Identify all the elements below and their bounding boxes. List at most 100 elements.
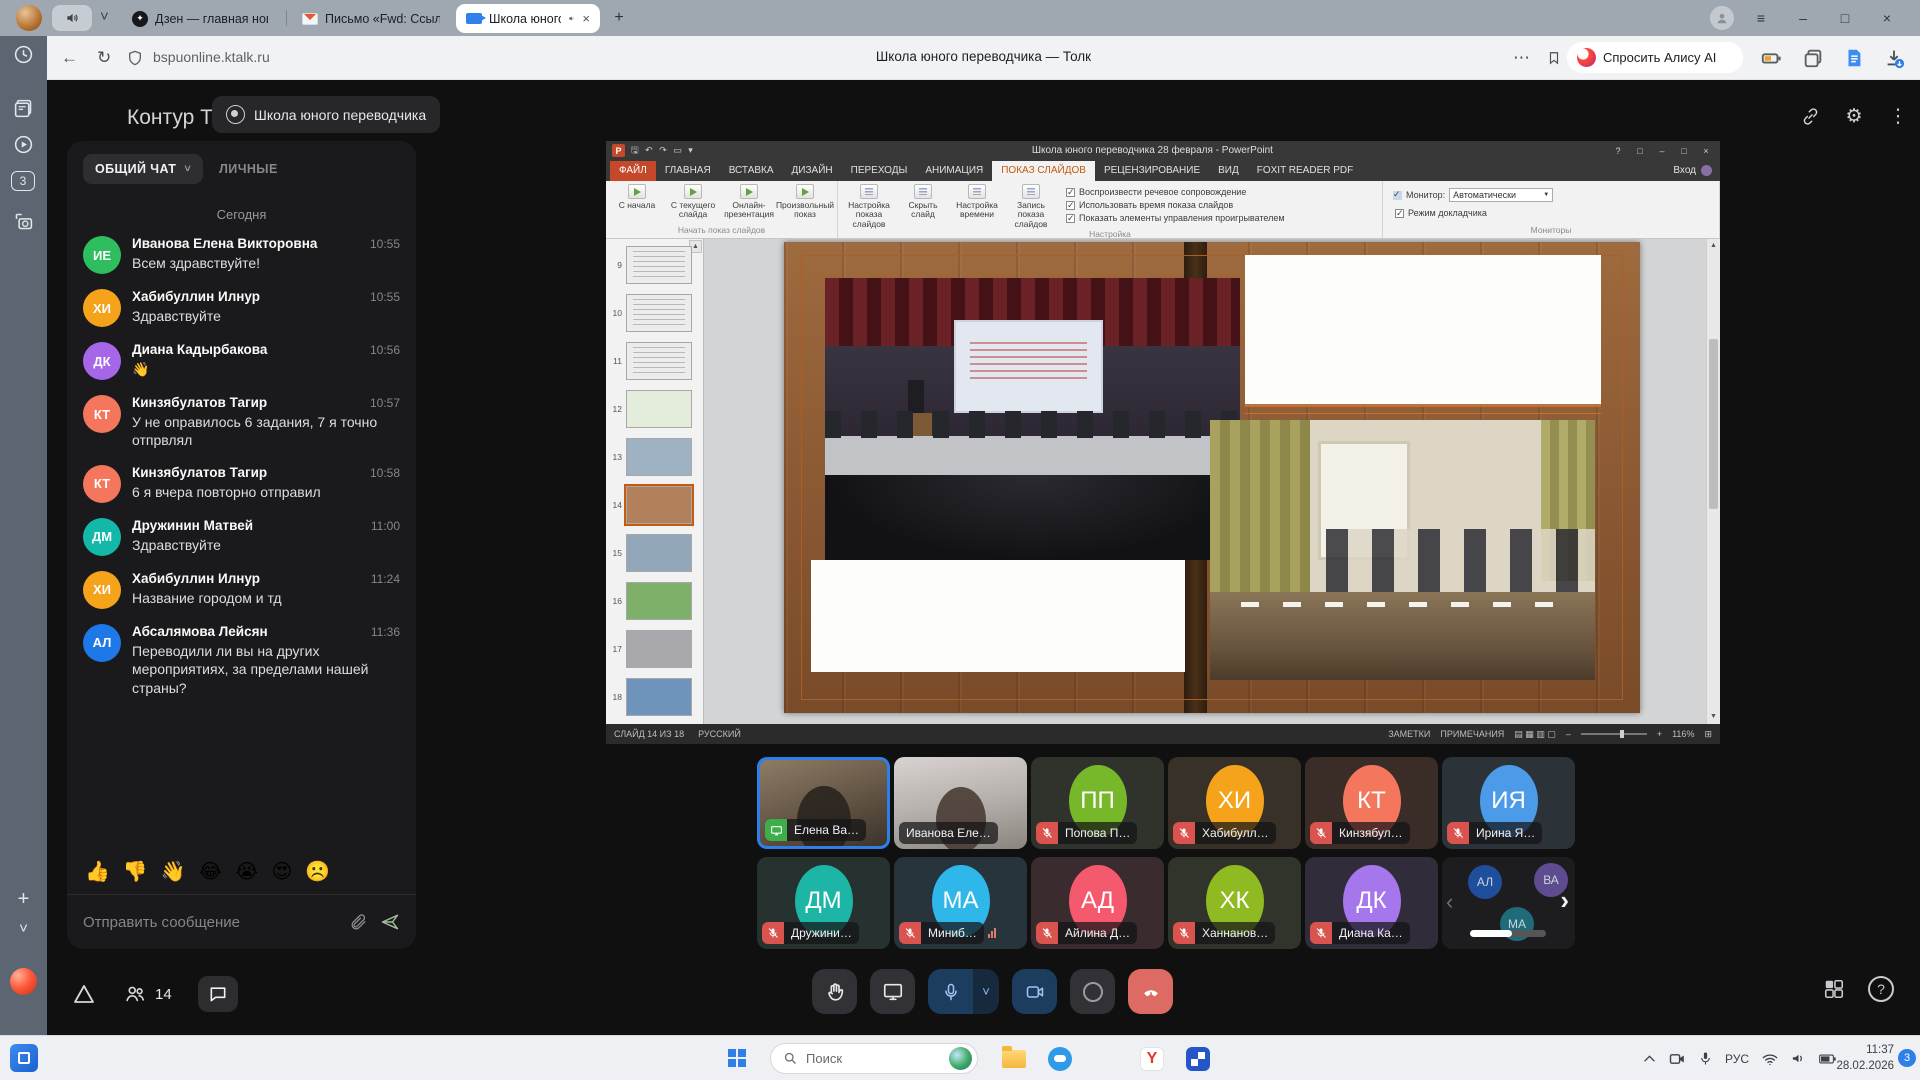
- ppt-ribbon-tab[interactable]: ПОКАЗ СЛАЙДОВ: [992, 161, 1095, 181]
- ribbon-button[interactable]: Настройка показа слайдов: [842, 184, 896, 229]
- slide-thumbnail[interactable]: 10: [606, 289, 703, 337]
- slide-thumbnail[interactable]: 14: [606, 481, 703, 529]
- ribbon-button[interactable]: С начала: [610, 184, 664, 210]
- end-call-button[interactable]: [1128, 969, 1173, 1014]
- tray-mic-icon[interactable]: [1699, 1051, 1712, 1066]
- tab-audio-icon[interactable]: [568, 13, 575, 24]
- start-button[interactable]: [728, 1049, 746, 1067]
- scroll-down-icon[interactable]: ▼: [1707, 710, 1720, 724]
- tab-ktalk-active[interactable]: Школа юного перев ×: [456, 4, 600, 33]
- participant-tile[interactable]: ХК Ханнанов…: [1168, 857, 1301, 949]
- taskbar-clock[interactable]: 11:37 28.02.2026: [1836, 1043, 1894, 1074]
- add-plus-icon[interactable]: +: [0, 888, 47, 911]
- layout-scene-icon[interactable]: [71, 982, 97, 1006]
- prev-page-icon[interactable]: ‹: [1446, 889, 1453, 915]
- participant-tile[interactable]: ИЯ Ирина Я…: [1442, 757, 1575, 849]
- tab-close-icon[interactable]: ×: [582, 11, 590, 26]
- chevron-down-icon[interactable]: ˅: [100, 8, 109, 25]
- network-icon[interactable]: [1762, 1053, 1778, 1065]
- ppt-close-button[interactable]: ×: [1698, 146, 1714, 156]
- participant-tile[interactable]: МА Миниб…: [894, 857, 1027, 949]
- tab-mail[interactable]: Письмо «Fwd: Ссылка для: [292, 4, 450, 33]
- notification-count-badge[interactable]: 3: [1898, 1049, 1916, 1067]
- participant-tile[interactable]: ПП Попова П…: [1031, 757, 1164, 849]
- tray-camera-icon[interactable]: [1669, 1052, 1686, 1066]
- download-icon[interactable]: [1883, 47, 1905, 69]
- microphone-button[interactable]: [928, 969, 973, 1014]
- chat-messages[interactable]: Сегодня ИЕ Иванова Елена Викторовна 10:5…: [67, 193, 416, 849]
- ribbon-button[interactable]: Запись показа слайдов: [1004, 184, 1058, 229]
- reaction-emoji-button[interactable]: 👍: [85, 859, 110, 884]
- participant-tile-video[interactable]: Елена Ва…: [757, 757, 890, 849]
- ppt-ribbon-tab[interactable]: ДИЗАЙН: [783, 161, 842, 181]
- chevron-down-icon[interactable]: ˅: [0, 920, 47, 937]
- meet-app-icon[interactable]: [1184, 1045, 1212, 1073]
- screenshot-camera-icon[interactable]: [12, 211, 35, 232]
- language-indicator[interactable]: РУССКИЙ: [698, 729, 741, 739]
- monitor-select[interactable]: Автоматически ▼: [1449, 188, 1553, 202]
- ribbon-button[interactable]: С текущего слайда: [666, 184, 720, 220]
- reaction-emoji-button[interactable]: 😍: [271, 859, 292, 884]
- ribbon-checkbox[interactable]: Использовать время показа слайдов: [1066, 200, 1285, 210]
- ppt-help-button[interactable]: ?: [1610, 146, 1626, 156]
- zoom-slider[interactable]: [1581, 733, 1647, 735]
- raise-hand-button[interactable]: [812, 969, 857, 1014]
- slide-thumbnail[interactable]: 13: [606, 433, 703, 481]
- ppt-ribbon-tab[interactable]: ВСТАВКА: [720, 161, 783, 181]
- yandex-browser-icon[interactable]: Y: [1138, 1045, 1166, 1073]
- ppt-ribbon-tab[interactable]: ПЕРЕХОДЫ: [842, 161, 917, 181]
- reaction-emoji-button[interactable]: 😂: [199, 859, 222, 884]
- participant-tile[interactable]: ХИ Хабибулл…: [1168, 757, 1301, 849]
- ribbon-checkbox[interactable]: Показать элементы управления проигрывате…: [1066, 213, 1285, 223]
- ribbon-checkbox[interactable]: Воспроизвести речевое сопровождение: [1066, 187, 1285, 197]
- layout-grid-icon[interactable]: [1822, 978, 1846, 1000]
- slide-thumbnail[interactable]: 17: [606, 625, 703, 673]
- ribbon-button[interactable]: Онлайн-презентация: [722, 184, 776, 220]
- battery-icon[interactable]: [1819, 1054, 1836, 1064]
- participant-tile[interactable]: АД Айлина Д…: [1031, 857, 1164, 949]
- slide-scrollbar[interactable]: ▲ ▼: [1706, 239, 1720, 724]
- slide-thumbnail[interactable]: 9: [606, 241, 703, 289]
- alisa-button[interactable]: Спросить Алису AI: [1567, 42, 1743, 73]
- more-participants-tile[interactable]: АЛ ВА МА ‹ ›: [1442, 857, 1575, 949]
- attach-paperclip-icon[interactable]: [349, 913, 368, 932]
- reader-panels-icon[interactable]: [13, 98, 34, 119]
- tab-sound-button[interactable]: [52, 5, 92, 31]
- window-close-button[interactable]: ×: [1870, 0, 1904, 36]
- reaction-emoji-button[interactable]: 👋: [161, 859, 186, 884]
- reaction-emoji-button[interactable]: 👎: [123, 859, 148, 884]
- ribbon-button[interactable]: Настройка времени: [950, 184, 1004, 229]
- chat-tab-private[interactable]: ЛИЧНЫЕ: [219, 162, 278, 176]
- record-button[interactable]: [1070, 969, 1115, 1014]
- window-maximize-button[interactable]: □: [1828, 0, 1862, 36]
- video-play-icon[interactable]: [13, 134, 34, 155]
- reaction-emoji-button[interactable]: 😭: [235, 859, 258, 884]
- participant-tile-video[interactable]: Иванова Еле…: [894, 757, 1027, 849]
- ppt-ribbon-tab[interactable]: ГЛАВНАЯ: [656, 161, 720, 181]
- taskbar-search[interactable]: Поиск: [770, 1043, 978, 1074]
- browser-profile-avatar[interactable]: [16, 5, 42, 31]
- file-explorer-icon[interactable]: [1000, 1045, 1028, 1073]
- window-minimize-button[interactable]: –: [1786, 0, 1820, 36]
- message-input[interactable]: [83, 914, 337, 931]
- microphone-options-chevron[interactable]: ˅: [973, 969, 999, 1014]
- toolbar-more-icon[interactable]: ⋯: [1513, 47, 1530, 69]
- comments-button[interactable]: ПРИМЕЧАНИЯ: [1440, 729, 1504, 739]
- downloads-count-badge[interactable]: 3: [11, 171, 35, 191]
- battery-extension-icon[interactable]: [1760, 47, 1782, 69]
- participant-tile[interactable]: КТ Кинзябул…: [1305, 757, 1438, 849]
- participant-tile[interactable]: ДМ Дружини…: [757, 857, 890, 949]
- presenter-mode-checkbox[interactable]: Режим докладчика: [1393, 208, 1715, 218]
- ppt-restore-button[interactable]: □: [1676, 146, 1692, 156]
- reaction-emoji-button[interactable]: ☹️: [305, 859, 330, 884]
- ppt-ribbon-tab[interactable]: ВИД: [1209, 161, 1248, 181]
- participant-tile[interactable]: ДК Диана Ка…: [1305, 857, 1438, 949]
- participants-button[interactable]: 14: [123, 983, 172, 1005]
- ppt-ribbon-tab[interactable]: FOXIT READER PDF: [1248, 161, 1363, 181]
- help-button[interactable]: ?: [1868, 976, 1894, 1002]
- notes-button[interactable]: ЗАМЕТКИ: [1388, 729, 1430, 739]
- next-page-icon[interactable]: ›: [1560, 885, 1569, 916]
- ribbon-button[interactable]: Произвольный показ: [778, 184, 832, 220]
- quick-access-toolbar[interactable]: 🖫 ↶ ↷ ▭ ▾: [631, 143, 695, 159]
- more-kebab-icon[interactable]: ⋮: [1880, 98, 1916, 134]
